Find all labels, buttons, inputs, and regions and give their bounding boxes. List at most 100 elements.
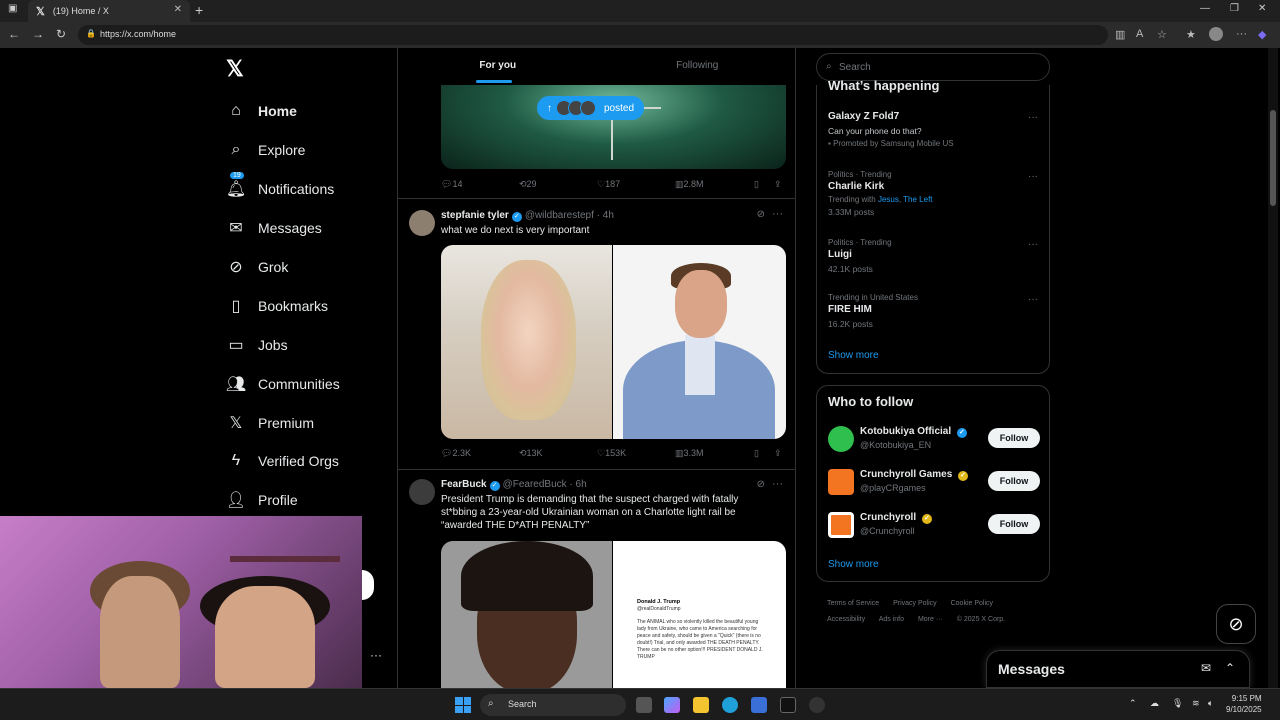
post-media[interactable] xyxy=(441,245,786,439)
settings-menu-icon[interactable]: ··· xyxy=(1236,28,1247,40)
post-time[interactable]: · 6h xyxy=(569,479,586,490)
repost-button[interactable]: ⟲ 13K xyxy=(519,448,543,459)
tab-actions-icon[interactable]: ▣ xyxy=(8,3,17,14)
share-button[interactable]: ⇪ xyxy=(774,179,782,190)
scrollbar-thumb[interactable] xyxy=(1270,110,1276,206)
follow-suggestion[interactable]: Crunchyroll ✓ @Crunchyroll Follow xyxy=(828,512,1040,554)
tiktok-icon[interactable] xyxy=(780,697,796,713)
footer-link[interactable]: Terms of Service xyxy=(827,600,879,607)
media-photo-woman[interactable] xyxy=(441,245,613,439)
minimize-icon[interactable]: — xyxy=(1200,3,1210,14)
more-icon[interactable]: ··· xyxy=(1028,239,1038,250)
follow-button[interactable]: Follow xyxy=(988,514,1040,534)
trend-link[interactable]: The Left xyxy=(903,195,932,204)
microphone-icon[interactable]: 🎙︎ xyxy=(1172,698,1183,709)
footer-link[interactable]: Accessibility xyxy=(827,616,865,623)
footer-link[interactable]: Privacy Policy xyxy=(893,600,937,607)
author-name[interactable]: stepfanie tyler xyxy=(441,210,509,221)
copilot-icon[interactable]: ◆ xyxy=(1258,28,1266,41)
new-message-icon[interactable]: ✉ xyxy=(1201,661,1211,675)
nav-home[interactable]: ⌂ Home xyxy=(226,92,340,131)
nav-messages[interactable]: ✉ Messages xyxy=(226,209,340,248)
edge-browser-icon[interactable] xyxy=(722,697,738,713)
account-switcher-edge[interactable] xyxy=(362,570,374,600)
profile-avatar[interactable] xyxy=(1209,27,1223,41)
views-button[interactable]: ▥ 3.3M xyxy=(675,448,704,459)
tab-for-you[interactable]: For you xyxy=(398,48,598,85)
messages-drawer[interactable]: Messages ✉ ⌃ xyxy=(986,650,1250,688)
file-explorer-icon[interactable] xyxy=(693,697,709,713)
more-icon[interactable]: ··· xyxy=(772,208,783,220)
taskbar-clock[interactable]: 9:15 PM 9/10/2025 xyxy=(1226,693,1262,715)
volume-icon[interactable]: 🔈︎ xyxy=(1208,698,1213,709)
author-name[interactable]: FearBuck xyxy=(441,479,487,490)
more-icon[interactable]: ··· xyxy=(1028,171,1038,182)
trend-item[interactable]: Trending in United States FIRE HIM 16.2K… xyxy=(828,292,1038,331)
nav-premium[interactable]: 𝕏 Premium xyxy=(226,403,340,442)
account-name[interactable]: Crunchyroll Games ✓ xyxy=(860,469,971,481)
media-photo-man[interactable] xyxy=(613,245,786,439)
nav-jobs[interactable]: ▭ Jobs xyxy=(226,325,340,364)
more-icon[interactable]: ··· xyxy=(1028,294,1038,305)
nav-bookmarks[interactable]: ▯ Bookmarks xyxy=(226,286,340,325)
copilot-app-icon[interactable] xyxy=(664,697,680,713)
author-handle[interactable]: @wildbarestepf xyxy=(525,210,594,221)
page-scrollbar[interactable] xyxy=(1268,48,1278,688)
avatar[interactable] xyxy=(409,210,435,236)
nav-communities[interactable]: 👥︎ Communities xyxy=(226,364,340,403)
footer-link[interactable]: Ads info xyxy=(879,616,904,623)
share-button[interactable]: ⇪ xyxy=(774,448,782,459)
avatar[interactable] xyxy=(828,469,854,495)
footer-link[interactable]: More ··· xyxy=(918,616,943,623)
grok-icon[interactable]: ⊘ xyxy=(757,209,765,220)
tab-close-icon[interactable]: ✕ xyxy=(174,4,182,15)
store-icon[interactable] xyxy=(751,697,767,713)
bookmark-button[interactable]: ▯ xyxy=(754,179,759,190)
follow-suggestion[interactable]: Kotobukiya Official ✓ @Kotobukiya_EN Fol… xyxy=(828,426,1040,468)
reply-button[interactable]: 💬︎ 2.3K xyxy=(441,448,471,459)
trend-item[interactable]: Galaxy Z Fold7 Can your phone do that? ▪… xyxy=(828,110,1038,149)
tray-chevron-icon[interactable]: ⌃ xyxy=(1129,698,1137,709)
author-handle[interactable]: @FearedBuck xyxy=(503,479,567,490)
follow-suggestion[interactable]: Crunchyroll Games ✓ @playCRgames Follow xyxy=(828,469,1040,511)
trend-link[interactable]: Jesus xyxy=(878,195,899,204)
favorite-star-icon[interactable]: ☆ xyxy=(1157,28,1167,41)
more-icon[interactable]: ··· xyxy=(370,648,382,662)
more-icon[interactable]: ··· xyxy=(772,478,783,490)
post-time[interactable]: · 4h xyxy=(597,210,614,221)
split-screen-icon[interactable]: ▥ xyxy=(1115,28,1125,41)
media-photo-mugshot[interactable] xyxy=(441,541,613,688)
bookmark-button[interactable]: ▯ xyxy=(754,448,759,459)
nav-grok[interactable]: ⊘ Grok xyxy=(226,248,340,287)
avatar[interactable] xyxy=(828,426,854,452)
account-name[interactable]: Kotobukiya Official ✓ xyxy=(860,426,970,438)
avatar[interactable] xyxy=(409,479,435,505)
browser-tab[interactable]: 𝕏 (19) Home / X ✕ xyxy=(28,0,190,22)
grok-fab-icon[interactable]: ⊘ xyxy=(1216,604,1256,644)
search-input[interactable]: ⌕ Search xyxy=(816,53,1050,81)
reply-button[interactable]: 💬︎ 14 xyxy=(441,179,462,190)
task-view-icon[interactable] xyxy=(636,697,652,713)
windows-start-icon[interactable] xyxy=(455,697,471,713)
trend-item[interactable]: Politics · Trending Luigi 42.1K posts ··… xyxy=(828,237,1038,276)
x-logo-icon[interactable]: 𝕏 xyxy=(226,56,244,82)
new-posts-pill[interactable]: ↑ posted xyxy=(537,96,645,120)
new-tab-icon[interactable]: + xyxy=(195,2,203,18)
views-button[interactable]: ▥ 2.8M xyxy=(675,179,704,190)
avatar[interactable] xyxy=(828,512,854,538)
account-name[interactable]: Crunchyroll ✓ xyxy=(860,512,935,524)
follow-button[interactable]: Follow xyxy=(988,471,1040,491)
show-more-link[interactable]: Show more xyxy=(828,350,879,361)
nav-notifications[interactable]: 🔔︎ 19 Notifications xyxy=(226,170,340,209)
wifi-icon[interactable]: ≋ xyxy=(1192,698,1200,709)
more-icon[interactable]: ··· xyxy=(1028,112,1038,123)
back-icon[interactable]: ← xyxy=(8,27,20,41)
url-field[interactable]: 🔒 https://x.com/home xyxy=(78,25,1108,45)
repost-button[interactable]: ⟲ 29 xyxy=(519,179,537,190)
tab-following[interactable]: Following xyxy=(598,48,796,85)
app-icon[interactable] xyxy=(809,697,825,713)
expand-up-icon[interactable]: ⌃ xyxy=(1225,661,1235,675)
like-button[interactable]: ♡ 187 xyxy=(597,179,620,190)
follow-button[interactable]: Follow xyxy=(988,428,1040,448)
nav-verified-orgs[interactable]: ϟ Verified Orgs xyxy=(226,442,340,481)
